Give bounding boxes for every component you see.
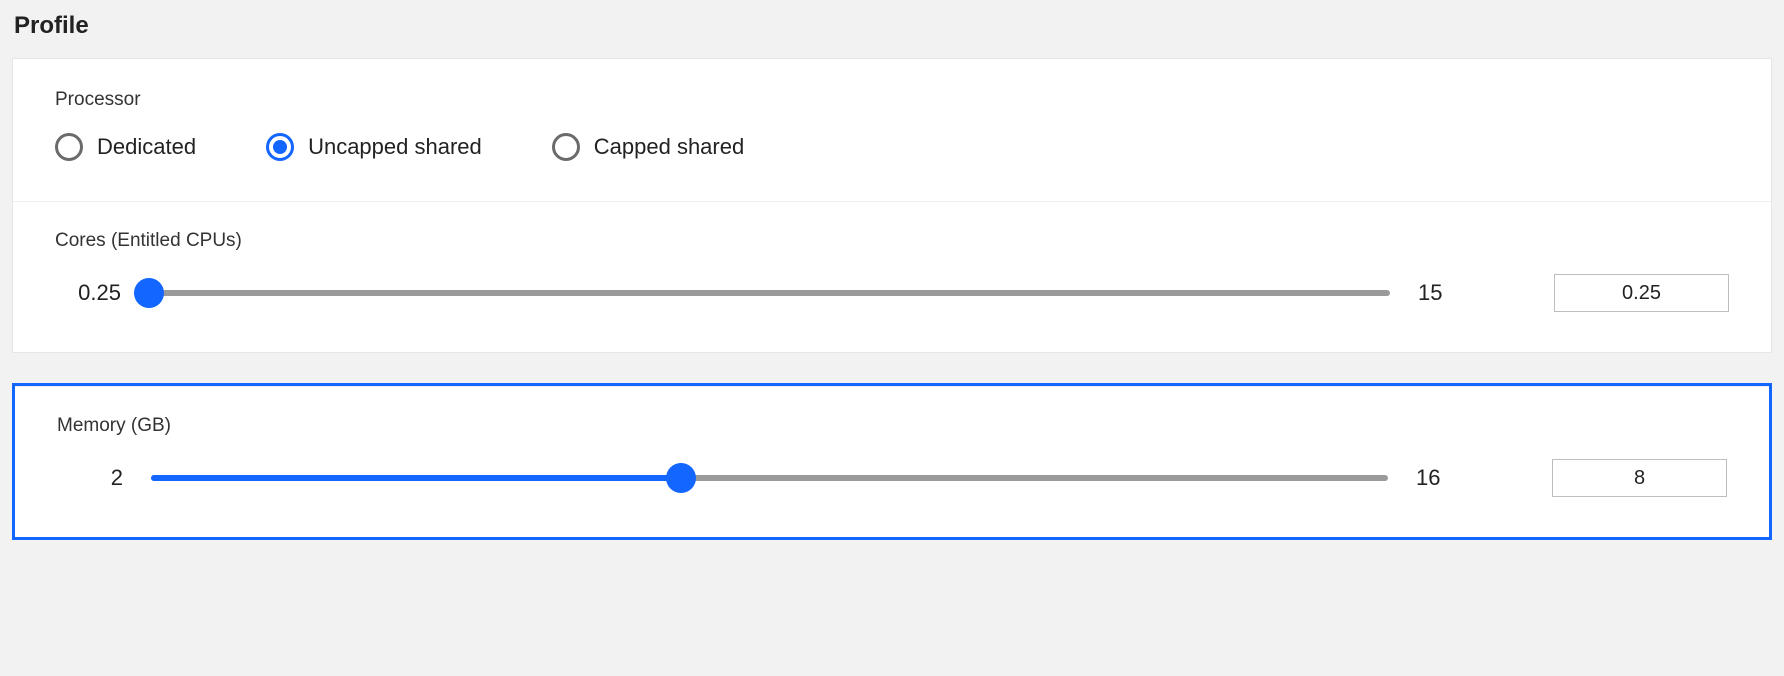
cores-max: 15 <box>1414 280 1484 306</box>
cores-slider-track <box>149 290 1390 296</box>
cores-section: Cores (Entitled CPUs) 0.25 15 <box>13 201 1771 352</box>
memory-section: Memory (GB) 2 16 <box>15 386 1769 537</box>
radio-dedicated-label: Dedicated <box>97 134 196 160</box>
radio-capped-shared[interactable]: Capped shared <box>552 133 744 161</box>
radio-dedicated[interactable]: Dedicated <box>55 133 196 161</box>
radio-uncapped-shared-label: Uncapped shared <box>308 134 482 160</box>
processor-radio-group: Dedicated Uncapped shared Capped shared <box>55 133 1729 161</box>
radio-uncapped-shared[interactable]: Uncapped shared <box>266 133 482 161</box>
memory-slider-fill <box>151 475 681 481</box>
radio-dedicated-icon <box>55 133 83 161</box>
cores-value-input[interactable] <box>1554 274 1729 312</box>
memory-label: Memory (GB) <box>57 415 1727 437</box>
cores-slider[interactable] <box>149 277 1390 309</box>
cores-min: 0.25 <box>55 280 125 306</box>
radio-capped-shared-label: Capped shared <box>594 134 744 160</box>
memory-slider-thumb[interactable] <box>666 463 696 493</box>
processor-label: Processor <box>55 89 1729 111</box>
cores-label: Cores (Entitled CPUs) <box>55 230 1729 252</box>
memory-highlight: Memory (GB) 2 16 <box>12 383 1772 540</box>
memory-slider[interactable] <box>151 462 1388 494</box>
radio-uncapped-shared-icon <box>266 133 294 161</box>
memory-max: 16 <box>1412 465 1482 491</box>
memory-min: 2 <box>57 465 127 491</box>
processor-section: Processor Dedicated Uncapped shared Capp… <box>13 59 1771 201</box>
radio-capped-shared-icon <box>552 133 580 161</box>
page-title: Profile <box>14 12 1772 40</box>
memory-value-input[interactable] <box>1552 459 1727 497</box>
cores-slider-thumb[interactable] <box>134 278 164 308</box>
profile-card: Processor Dedicated Uncapped shared Capp… <box>12 58 1772 353</box>
